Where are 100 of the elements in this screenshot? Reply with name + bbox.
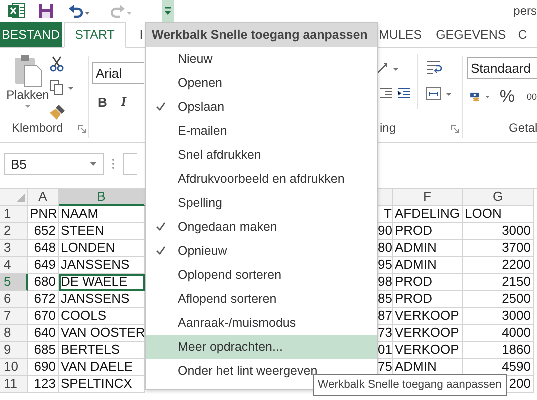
bold-button[interactable]: B — [98, 94, 108, 110]
grip-icon — [112, 158, 115, 170]
file-tab[interactable]: BESTAND — [0, 22, 62, 47]
table-cell: 123 — [28, 376, 59, 393]
row-header[interactable]: 10 — [0, 359, 28, 376]
number-format-field[interactable]: Standaard — [467, 57, 537, 79]
column-header[interactable]: G — [463, 189, 534, 206]
increase-indent-icon[interactable] — [397, 88, 411, 100]
table-cell: 680 — [28, 274, 59, 291]
row-header[interactable]: 8 — [0, 325, 28, 342]
table-cell: LOON — [463, 206, 534, 223]
column-header[interactable]: F — [393, 189, 463, 206]
table-cell: 690 — [28, 359, 59, 376]
ribbon-tab[interactable]: I — [138, 22, 145, 47]
window-title: pers — [514, 4, 537, 18]
row-header[interactable]: 3 — [0, 240, 28, 257]
menu-item[interactable]: Afdrukvoorbeeld en afdrukken — [146, 167, 377, 191]
italic-button[interactable]: I — [121, 94, 126, 110]
menu-item[interactable]: Aflopend sorteren — [146, 287, 377, 311]
caret-icon[interactable] — [68, 84, 75, 92]
font-field[interactable]: Arial — [92, 62, 144, 84]
table-cell: VERKOOP — [393, 342, 463, 359]
formula-field[interactable] — [123, 153, 137, 175]
table-cell: DE WAELE — [59, 274, 145, 291]
menu-item[interactable]: Opnieuw — [146, 239, 377, 263]
table-cell: 2500 — [463, 291, 534, 308]
table-cell: VERKOOP — [393, 308, 463, 325]
table-cell: ADMIN — [393, 240, 463, 257]
menu-item[interactable]: Nieuw — [146, 47, 377, 71]
table-cell: PROD — [393, 223, 463, 240]
caret-icon[interactable] — [24, 102, 32, 110]
launcher-icon[interactable] — [78, 125, 86, 133]
row-header[interactable]: 5 — [0, 274, 28, 291]
ribbon-tab[interactable]: GEGEVENS — [436, 22, 506, 47]
wrap-text-icon[interactable] — [426, 60, 442, 76]
table-cell: 672 — [28, 291, 59, 308]
menu-item[interactable]: Openen — [146, 71, 377, 95]
ribbon-tab[interactable]: MULES — [379, 22, 422, 47]
thousands-button[interactable]: 00 — [526, 92, 537, 102]
orientation-icon[interactable] — [375, 62, 389, 76]
menu-item[interactable]: Snel afdrukken — [146, 143, 377, 167]
copy-icon[interactable] — [50, 80, 64, 96]
save-icon[interactable] — [38, 3, 54, 19]
row-header[interactable]: 7 — [0, 308, 28, 325]
group-label: ing — [380, 121, 396, 135]
group-label: Getal — [509, 121, 537, 135]
caret-icon[interactable] — [90, 162, 97, 166]
row-header[interactable]: 1 — [0, 206, 28, 223]
table-cell: 1860 — [463, 342, 534, 359]
ribbon-tab[interactable]: START — [64, 22, 126, 48]
tooltip: Werkbalk Snelle toegang aanpassen — [313, 374, 507, 396]
row-header[interactable]: 9 — [0, 342, 28, 359]
caret-icon[interactable] — [393, 65, 399, 73]
table-cell: AFDELING — [393, 206, 463, 223]
format-painter-icon[interactable] — [50, 104, 66, 120]
launcher-icon[interactable] — [451, 125, 459, 133]
paste-button[interactable]: Plakken — [6, 88, 50, 102]
table-cell: 2150 — [463, 274, 534, 291]
group-label: Klembord — [12, 121, 64, 135]
table-cell: 685 — [28, 342, 59, 359]
undo-icon[interactable] — [68, 3, 84, 19]
caret-icon[interactable] — [446, 90, 452, 98]
table-cell: 2200 — [463, 257, 534, 274]
percent-button[interactable]: % — [500, 87, 515, 107]
column-header[interactable]: B — [59, 189, 145, 206]
paste-icon[interactable] — [13, 54, 43, 88]
table-cell: 648 — [28, 240, 59, 257]
table-cell: 640 — [28, 325, 59, 342]
decrease-indent-icon[interactable] — [379, 88, 393, 100]
name-box[interactable]: B5 — [4, 153, 104, 175]
menu-item[interactable]: Oplopend sorteren — [146, 263, 377, 287]
scissors-icon[interactable] — [50, 56, 64, 72]
column-header[interactable]: A — [28, 189, 59, 206]
menu-item[interactable]: Opslaan — [146, 95, 377, 119]
customize-toolbar-icon[interactable] — [162, 0, 174, 22]
table-cell: PROD — [393, 274, 463, 291]
table-cell: PROD — [393, 291, 463, 308]
table-cell: VERKOOP — [393, 325, 463, 342]
menu-item[interactable]: Spelling — [146, 191, 377, 215]
menu-item[interactable]: E-mailen — [146, 119, 377, 143]
excel-icon — [8, 3, 26, 19]
row-header[interactable]: 4 — [0, 257, 28, 274]
row-header[interactable]: 11 — [0, 376, 28, 393]
ribbon-tab[interactable]: C — [518, 22, 528, 47]
table-cell: 4000 — [463, 325, 534, 342]
table-cell: 670 — [28, 308, 59, 325]
table-cell: 652 — [28, 223, 59, 240]
table-cell: 3000 — [463, 308, 534, 325]
table-cell: 3000 — [463, 223, 534, 240]
row-header[interactable]: 6 — [0, 291, 28, 308]
table-cell: 649 — [28, 257, 59, 274]
table-cell: PNR — [28, 206, 59, 223]
menu-item[interactable]: Aanraak-/muismodus — [146, 311, 377, 335]
menu-item[interactable]: Ongedaan maken — [146, 215, 377, 239]
merge-center-icon[interactable] — [426, 87, 442, 101]
table-cell: ADMIN — [393, 257, 463, 274]
menu-item[interactable]: Meer opdrachten... — [146, 335, 377, 359]
row-header[interactable]: 2 — [0, 223, 28, 240]
menu-title: Werkbalk Snelle toegang aanpassen — [146, 23, 377, 47]
table-cell: 3700 — [463, 240, 534, 257]
